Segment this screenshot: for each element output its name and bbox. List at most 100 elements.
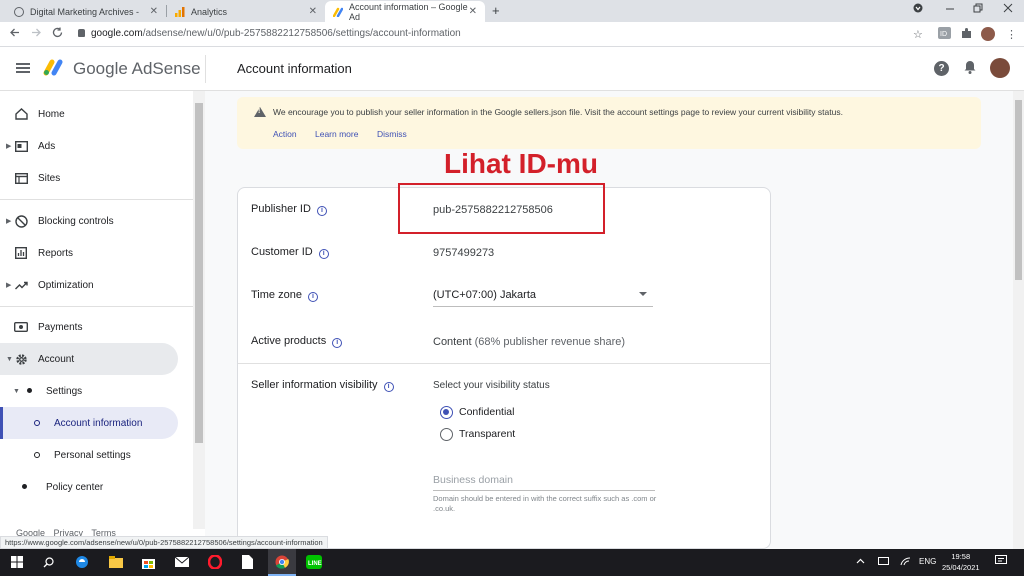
tab-search-icon[interactable] [913,3,923,16]
active-products-label: Active products i [251,335,343,348]
account-avatar[interactable] [990,58,1010,78]
customer-id-value: 9757499273 [433,247,495,259]
back-icon[interactable] [9,27,20,41]
restore-icon[interactable] [973,3,983,16]
minimize-icon[interactable] [945,3,955,16]
radio-confidential-label[interactable]: Confidential [459,406,514,418]
banner-dismiss-link[interactable]: Dismiss [377,129,407,139]
clock-date: 25/04/2021 [942,563,980,572]
tab-analytics[interactable]: Analytics ✕ [167,1,325,22]
sidebar-item-label: Policy center [46,481,104,493]
visibility-prompt: Select your visibility status [433,380,550,391]
sidebar-item-account[interactable]: ▼ Account [0,344,178,374]
globe-icon [14,6,24,17]
bookmark-star-icon[interactable]: ☆ [913,28,923,41]
radio-transparent-label[interactable]: Transparent [459,428,515,440]
extension-badge-icon[interactable]: ID [938,27,951,42]
close-tab-icon[interactable]: ✕ [150,6,158,17]
field-label: Customer ID [251,246,313,258]
edge-icon[interactable] [72,552,92,572]
timezone-select[interactable]: (UTC+07:00) Jakarta [433,289,536,301]
reload-icon[interactable] [52,27,63,41]
sidebar-item-ads[interactable]: ▶ Ads [0,131,193,161]
sidebar-item-payments[interactable]: Payments [0,312,193,342]
chrome-icon[interactable] [272,552,292,572]
sidebar-item-label: Settings [46,385,83,397]
mail-icon[interactable] [172,552,192,572]
sidebar-scrollbar-thumb[interactable] [195,103,203,443]
info-icon[interactable]: i [307,292,318,302]
tray-expand-icon[interactable] [856,557,865,566]
timezone-label: Time zone i [251,289,318,302]
line-app-icon[interactable]: LINE [304,552,324,572]
extensions-puzzle-icon[interactable] [961,28,972,42]
wifi-icon[interactable] [900,557,911,568]
collapse-caret-icon[interactable]: ▼ [6,356,13,363]
dropdown-arrow-icon[interactable] [639,292,647,296]
annotation-highlight-box [398,183,605,234]
sidebar-item-sites[interactable]: Sites [0,163,193,193]
forward-icon[interactable] [31,27,42,41]
field-label: Publisher ID [251,203,311,215]
radio-transparent[interactable] [440,428,453,441]
browser-menu-icon[interactable]: ⋮ [1006,28,1017,41]
document-icon[interactable] [237,552,257,572]
expand-caret-icon[interactable]: ▶ [6,217,11,225]
file-explorer-icon[interactable] [106,552,126,572]
home-icon [14,107,28,121]
opera-icon[interactable] [205,552,225,572]
business-domain-helper-text: Domain should be entered in with the cor… [433,494,657,513]
sidebar-divider [0,306,193,307]
address-bar[interactable]: google.com/adsense/new/u/0/pub-257588221… [78,28,461,39]
banner-action-link[interactable]: Action [273,129,297,139]
info-icon[interactable]: i [318,249,329,259]
active-products-value: Content (68% publisher revenue share) [433,336,625,348]
info-icon[interactable]: i [316,206,327,216]
sidebar-item-home[interactable]: Home [0,99,193,129]
close-tab-icon[interactable]: ✕ [469,6,477,17]
tray-device-icon[interactable] [878,557,889,567]
profile-avatar[interactable] [981,27,995,41]
sidebar-item-label: Personal settings [54,449,131,461]
bullet-icon [34,420,40,426]
info-icon[interactable]: i [332,338,343,348]
menu-icon[interactable] [16,63,30,73]
analytics-icon [175,6,185,17]
close-tab-icon[interactable]: ✕ [309,6,317,17]
help-icon[interactable]: ? [934,61,949,76]
sidebar-item-optimization[interactable]: ▶ Optimization [0,270,193,300]
sidebar-item-account-information[interactable]: Account information [0,408,178,438]
windows-start-icon[interactable] [7,552,27,572]
collapse-caret-icon[interactable]: ▼ [13,388,20,395]
sidebar-item-label: Account information [54,417,143,429]
seller-visibility-label: Seller information visibility i [251,379,394,392]
store-icon[interactable] [138,552,158,572]
tab-account-information[interactable]: Account information – Google Ad ✕ [325,1,485,22]
new-tab-button[interactable]: + [492,3,500,18]
sidebar-item-label: Sites [38,172,61,184]
tab-digital-marketing[interactable]: Digital Marketing Archives - ✕ [6,1,166,22]
notifications-bell-icon[interactable] [964,60,976,77]
banner-learn-more-link[interactable]: Learn more [315,129,358,139]
url-host: google.com [91,28,143,39]
main-scrollbar-thumb[interactable] [1015,100,1022,280]
sidebar-item-settings[interactable]: ▼ Settings [0,376,193,406]
system-clock[interactable]: 19:58 25/04/2021 [942,551,980,573]
input-language[interactable]: ENG [919,557,936,566]
url-path: /adsense/new/u/0/pub-2575882212758506/se… [142,28,461,39]
expand-caret-icon[interactable]: ▶ [6,142,11,150]
business-domain-input[interactable]: Business domain [433,474,513,486]
sidebar-item-reports[interactable]: Reports [0,238,193,268]
expand-caret-icon[interactable]: ▶ [6,281,11,289]
notification-center-icon[interactable] [995,555,1007,568]
close-window-icon[interactable] [1003,3,1013,16]
sidebar-item-label: Reports [38,247,74,259]
reports-icon [14,246,28,260]
sidebar-item-personal-settings[interactable]: Personal settings [0,440,193,470]
radio-confidential[interactable] [440,406,453,419]
search-icon[interactable] [38,552,58,572]
info-icon[interactable]: i [383,382,394,392]
sidebar-item-blocking-controls[interactable]: ▶ Blocking controls [0,206,193,236]
sidebar-item-policy-center[interactable]: Policy center [0,472,193,502]
ads-icon [14,139,28,153]
